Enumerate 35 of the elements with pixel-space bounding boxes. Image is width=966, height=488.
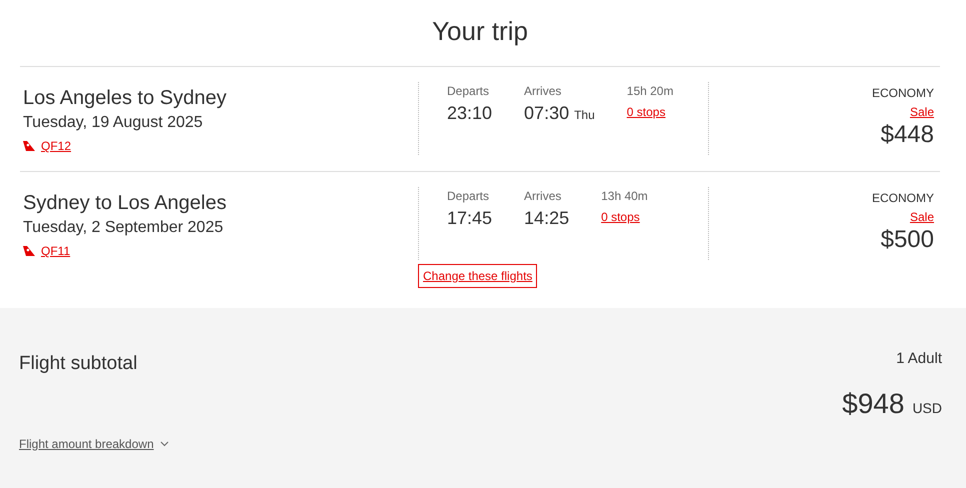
cabin-class: ECONOMY xyxy=(872,190,934,206)
flight-number-link[interactable]: QF12 xyxy=(41,137,72,155)
flight-date: Tuesday, 19 August 2025 xyxy=(23,113,204,133)
departs-label: Departs xyxy=(447,83,490,100)
flight-duration: 13h 40m xyxy=(601,188,648,205)
flight-number-link[interactable]: QF11 xyxy=(41,242,70,260)
flight-price: $448 xyxy=(880,120,934,150)
stops-link[interactable]: 0 stops xyxy=(601,208,648,226)
fare-type-link[interactable]: Sale xyxy=(910,104,934,120)
departure-time: 23:10 xyxy=(447,102,492,125)
route-title: Sydney to Los Angeles xyxy=(23,191,228,216)
change-flights-link[interactable]: Change these flights xyxy=(418,264,538,288)
flight-duration: 15h 20m xyxy=(626,83,674,100)
chevron-down-icon xyxy=(160,440,169,446)
departs-label: Departs xyxy=(447,188,490,205)
airline-tail-icon xyxy=(23,246,35,256)
flight-price: $500 xyxy=(880,225,934,255)
fare-type-link[interactable]: Sale xyxy=(910,209,934,225)
currency-code: USD xyxy=(912,398,942,418)
subtotal-amount: $948 xyxy=(842,386,904,420)
cabin-class: ECONOMY xyxy=(872,85,934,101)
route-title: Los Angeles to Sydney xyxy=(23,86,228,111)
page-title: Your trip xyxy=(431,15,529,48)
subtotal-label: Flight subtotal xyxy=(19,352,138,376)
arrives-label: Arrives xyxy=(524,83,562,100)
stops-link[interactable]: 0 stops xyxy=(626,103,674,121)
arrival-day: Thu xyxy=(574,106,595,124)
departure-time: 17:45 xyxy=(447,207,492,230)
arrival-time: 14:25 xyxy=(524,207,570,230)
arrives-label: Arrives xyxy=(524,188,562,205)
passenger-count: 1 Adult xyxy=(896,349,942,369)
breakdown-toggle[interactable]: Flight amount breakdown xyxy=(19,434,169,452)
airline-tail-icon xyxy=(23,141,35,151)
arrival-time: 07:30 xyxy=(524,102,570,125)
flight-date: Tuesday, 2 September 2025 xyxy=(23,218,224,238)
